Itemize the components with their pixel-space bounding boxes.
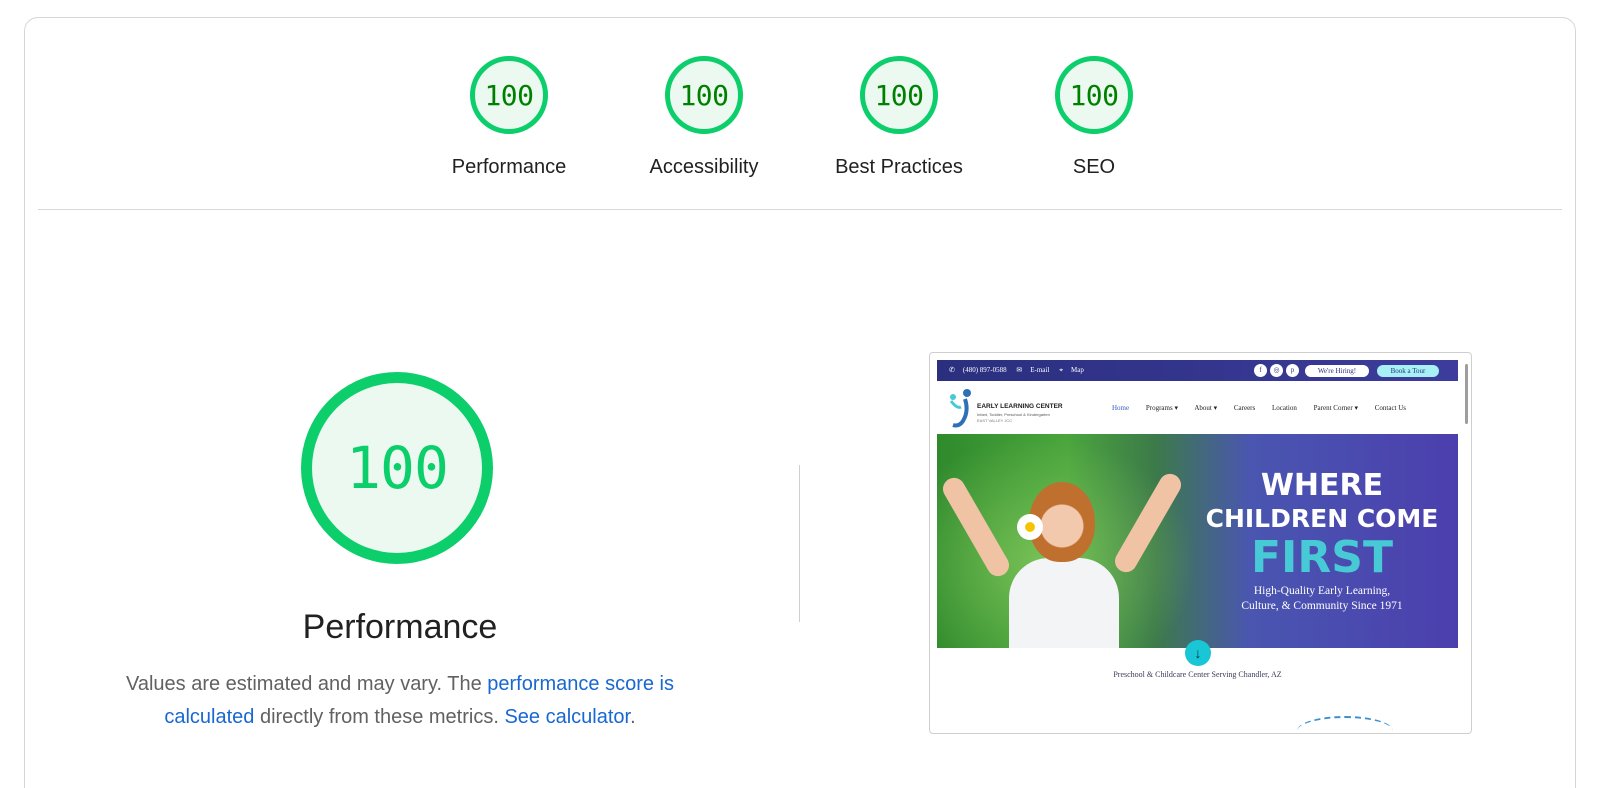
pinterest-icon: p <box>1286 364 1299 377</box>
section-divider <box>38 209 1562 210</box>
site-nav-item: Location <box>1272 404 1297 412</box>
facebook-icon: f <box>1254 364 1267 377</box>
desc-text: Values are estimated and may vary. The <box>125 673 488 695</box>
performance-description: Values are estimated and may vary. The p… <box>100 668 700 734</box>
gauge-label: Performance <box>451 156 567 178</box>
site-nav-item: About ▾ <box>1194 404 1218 412</box>
gauge-score: 100 <box>679 78 729 112</box>
site-logo-name: EARLY LEARNING CENTER <box>977 403 1063 410</box>
site-logo-sub: Infant, Toddler, Preschool & Kindergarte… <box>977 412 1050 417</box>
performance-gauge: 100 <box>301 372 493 564</box>
hero-line1: WHERE <box>1260 468 1384 503</box>
site-email: E-mail <box>1030 366 1050 374</box>
gauge-ring: 100 <box>470 56 548 134</box>
site-navbar: EARLY LEARNING CENTER Infant, Toddler, P… <box>937 381 1458 434</box>
site-logo-location: EAST VALLEY JCC <box>977 418 1013 423</box>
site-contacts: ✆ (480) 897-0588 ✉ E-mail ⌖ Map <box>949 366 1092 375</box>
see-calculator-link[interactable]: See calculator <box>504 706 630 728</box>
hero-subtitle-line: Culture, & Community Since 1971 <box>1241 600 1403 612</box>
site-topbar: ✆ (480) 897-0588 ✉ E-mail ⌖ Map f ◎ p We're… <box>937 360 1458 381</box>
site-nav-item: Parent Corner ▾ <box>1313 404 1358 412</box>
site-nav-item: Careers <box>1233 404 1256 412</box>
instagram-icon: ◎ <box>1270 364 1283 377</box>
site-map: Map <box>1071 366 1084 374</box>
phone-icon: ✆ <box>949 366 955 374</box>
gauge-ring: 100 <box>860 56 938 134</box>
gauge-score: 100 <box>484 78 534 112</box>
hero-line3: FIRST <box>1250 532 1393 583</box>
performance-title: Performance <box>302 608 498 646</box>
hiring-button: We're Hiring! <box>1305 365 1369 377</box>
daisy-icon <box>1017 514 1043 540</box>
gauge-score: 100 <box>874 78 924 112</box>
gauge-label: SEO <box>1072 156 1116 178</box>
site-nav-item: Programs ▾ <box>1145 404 1178 412</box>
gauge-performance[interactable]: 100 Performance <box>409 56 609 186</box>
gauge-seo[interactable]: 100 SEO <box>994 56 1194 186</box>
site-tagline: Preschool & Childcare Center Serving Cha… <box>1113 670 1282 679</box>
hero-subtitle-line: High-Quality Early Learning, <box>1253 585 1391 597</box>
mail-icon: ✉ <box>1016 366 1023 374</box>
logo-icon <box>949 389 971 428</box>
gauge-score: 100 <box>1069 78 1119 112</box>
final-screenshot[interactable]: ✆ (480) 897-0588 ✉ E-mail ⌖ Map f ◎ p We're… <box>929 352 1472 734</box>
gauge-label: Best Practices <box>835 156 963 178</box>
category-gauges: 100 Performance 100 Accessibility 100 Be… <box>0 0 1600 210</box>
gauge-label: Accessibility <box>649 156 759 178</box>
site-nav-item: Contact Us <box>1374 404 1407 412</box>
gauge-ring: 100 <box>665 56 743 134</box>
gauge-best-practices[interactable]: 100 Best Practices <box>799 56 999 186</box>
website-preview: ✆ (480) 897-0588 ✉ E-mail ⌖ Map f ◎ p We're… <box>937 360 1458 733</box>
vertical-divider <box>799 465 800 622</box>
performance-score: 100 <box>346 434 449 502</box>
decorative-arc <box>1297 716 1393 733</box>
site-hero: WHERE CHILDREN COME FIRST High-Quality E… <box>937 434 1458 648</box>
site-nav: Home Programs ▾ About ▾ Careers Location… <box>1112 404 1421 412</box>
preview-scrollbar <box>1465 364 1468 424</box>
gauge-accessibility[interactable]: 100 Accessibility <box>604 56 804 186</box>
arrow-down-icon: ↓ <box>1185 640 1211 666</box>
gauge-ring: 100 <box>1055 56 1133 134</box>
hero-line2: CHILDREN COME <box>1205 504 1439 533</box>
desc-text: directly from these metrics. <box>254 706 505 728</box>
book-tour-button: Book a Tour <box>1377 365 1439 377</box>
site-nav-item: Home <box>1112 404 1130 412</box>
desc-text: . <box>630 706 636 728</box>
site-phone: (480) 897-0588 <box>962 366 1007 374</box>
map-pin-icon: ⌖ <box>1059 366 1064 374</box>
hero-subtitle: High-Quality Early Learning, Culture, & … <box>1197 584 1447 614</box>
hero-photo-child <box>1009 558 1119 648</box>
